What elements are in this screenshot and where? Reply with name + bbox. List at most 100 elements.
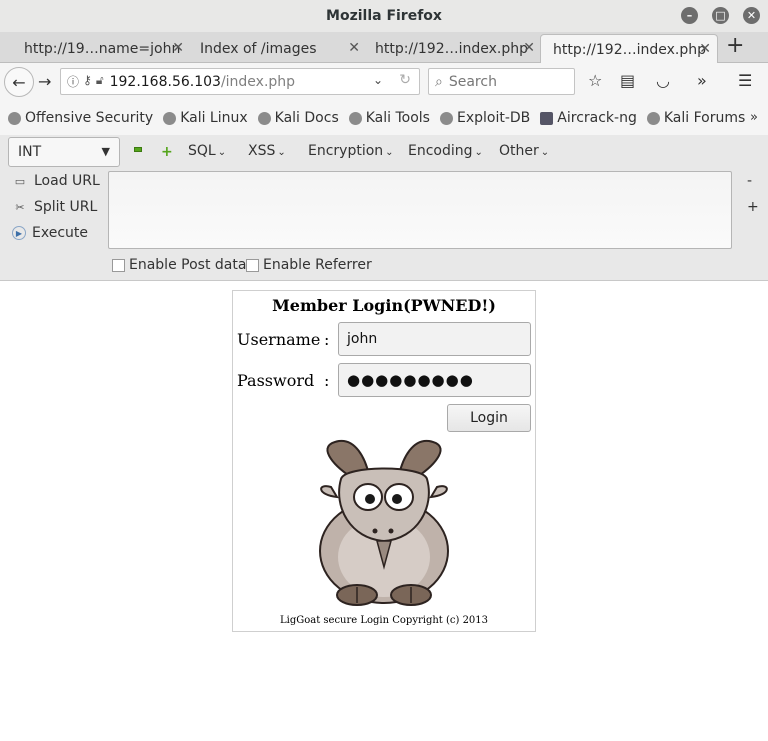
checkbox-label: Enable Referrer bbox=[263, 257, 372, 273]
globe-icon bbox=[8, 111, 21, 125]
tab-label: http://192…index.php bbox=[375, 40, 529, 57]
tab-label: Index of /images bbox=[200, 40, 317, 57]
info-icon[interactable]: ⓘ bbox=[67, 73, 79, 90]
bookmark-item[interactable]: Kali Forums bbox=[646, 110, 746, 126]
url-textarea[interactable] bbox=[108, 171, 732, 249]
reload-icon[interactable]: ↻ bbox=[399, 72, 411, 88]
title-bar: Mozilla Firefox – □ ✕ bbox=[0, 0, 768, 32]
password-label: Password bbox=[237, 371, 315, 390]
globe-icon bbox=[163, 111, 177, 125]
site-info-icons[interactable]: ⓘ ⚷ 🔓︎ bbox=[67, 73, 104, 90]
tab-close-icon[interactable]: ✕ bbox=[699, 41, 711, 57]
checkbox-label: Enable Post data bbox=[129, 257, 247, 273]
tab-4-active[interactable]: http://192…index.php ✕ bbox=[540, 34, 718, 64]
tab-2[interactable]: Index of /images ✕ bbox=[188, 34, 366, 63]
sql-menu[interactable]: SQL ⌄ bbox=[188, 143, 226, 159]
reader-icon[interactable]: ▤ bbox=[620, 71, 635, 90]
back-icon[interactable]: ← bbox=[4, 67, 34, 97]
password-field[interactable]: ●●●●●●●●● bbox=[338, 363, 531, 397]
tab-bar: http://19…name=john ✕ Index of /images ✕… bbox=[0, 32, 768, 64]
search-placeholder: Search bbox=[448, 73, 497, 90]
url-bar[interactable]: ⓘ ⚷ 🔓︎ 192.168.56.103/index.php ⌄ ↻ bbox=[60, 68, 420, 95]
hackbar-panel: INT ▼ + SQL ⌄ XSS ⌄ Encryption ⌄ Encoding ⌄ … bbox=[0, 135, 768, 281]
chevron-down-icon: ▼ bbox=[101, 145, 110, 158]
bookmark-label: Kali Forums bbox=[663, 110, 746, 126]
bookmark-label: Kali Docs bbox=[274, 110, 339, 126]
encryption-menu[interactable]: Encryption ⌄ bbox=[308, 143, 394, 159]
increment-icon[interactable]: + bbox=[161, 144, 173, 160]
split-url-label: Split URL bbox=[34, 199, 98, 215]
expand-button[interactable]: + bbox=[747, 199, 759, 215]
enable-referrer-checkbox[interactable]: Enable Referrer bbox=[246, 257, 372, 273]
url-path: /index.php bbox=[220, 73, 296, 90]
bookmarks-overflow-icon[interactable]: » bbox=[750, 110, 758, 125]
menu-icon[interactable]: ☰ bbox=[738, 71, 752, 90]
username-label: Username bbox=[237, 330, 321, 349]
login-button[interactable]: Login bbox=[447, 404, 531, 432]
close-icon[interactable]: ✕ bbox=[743, 7, 760, 24]
execute-button[interactable]: ▶ Execute bbox=[12, 225, 88, 241]
tab-1[interactable]: http://19…name=john ✕ bbox=[12, 34, 190, 63]
password-colon: : bbox=[324, 371, 330, 390]
username-value: john bbox=[347, 331, 378, 347]
login-panel: Member Login(PWNED!) Username : john Pas… bbox=[232, 290, 536, 632]
minimize-icon[interactable]: – bbox=[681, 7, 698, 24]
username-colon: : bbox=[324, 330, 330, 349]
bookmark-star-icon[interactable]: ☆ bbox=[588, 71, 602, 90]
bookmark-item[interactable]: Offensive Security bbox=[8, 110, 153, 126]
checkbox-box[interactable] bbox=[246, 258, 259, 272]
chevron-down-icon[interactable]: ⌄ bbox=[373, 73, 383, 87]
tab-label: http://192…index.php bbox=[553, 41, 707, 58]
chevron-down-icon: ⌄ bbox=[385, 147, 394, 158]
key-icon: ⚷ bbox=[83, 73, 92, 87]
nav-bar: ← → ⓘ ⚷ 🔓︎ 192.168.56.103/index.php ⌄ ↻ … bbox=[0, 63, 768, 101]
menu-label: XSS bbox=[248, 143, 276, 159]
chevron-down-icon: ⌄ bbox=[277, 147, 286, 158]
bookmark-item[interactable]: Kali Tools bbox=[348, 110, 430, 126]
execute-label: Execute bbox=[32, 225, 88, 241]
maximize-icon[interactable]: □ bbox=[712, 7, 729, 24]
globe-icon bbox=[439, 111, 453, 125]
goat-logo-image bbox=[319, 439, 449, 606]
split-url-button[interactable]: ✂ Split URL bbox=[12, 199, 97, 215]
globe-icon bbox=[348, 111, 362, 125]
copyright-footer: LigGoat secure Login Copyright (c) 2013 bbox=[279, 615, 489, 626]
xss-menu[interactable]: XSS ⌄ bbox=[248, 143, 286, 159]
tab-close-icon[interactable]: ✕ bbox=[348, 40, 360, 56]
window-title: Mozilla Firefox bbox=[326, 8, 442, 24]
url-host: 192.168.56.103 bbox=[109, 73, 221, 90]
forward-icon[interactable]: → bbox=[38, 72, 51, 91]
bookmark-item[interactable]: Exploit-DB bbox=[439, 110, 530, 126]
search-input[interactable]: ⌕ Search bbox=[428, 68, 575, 95]
play-icon: ▶ bbox=[12, 226, 26, 240]
new-tab-icon[interactable]: + bbox=[726, 35, 744, 57]
overflow-icon[interactable]: » bbox=[697, 71, 707, 90]
tab-label: http://19…name=john bbox=[24, 40, 181, 57]
bookmark-item[interactable]: Kali Linux bbox=[163, 110, 248, 126]
other-menu[interactable]: Other ⌄ bbox=[499, 143, 549, 159]
username-field[interactable]: john bbox=[338, 322, 531, 356]
bookmark-label: Kali Tools bbox=[365, 110, 430, 126]
globe-icon bbox=[646, 111, 660, 125]
enable-post-checkbox[interactable]: Enable Post data bbox=[112, 257, 246, 273]
chevron-down-icon: ⌄ bbox=[217, 147, 227, 158]
menu-label: Other bbox=[499, 143, 539, 159]
pocket-icon[interactable]: ◡ bbox=[656, 71, 670, 90]
decrement-icon[interactable] bbox=[134, 147, 142, 152]
menu-label: Encryption bbox=[308, 143, 384, 159]
chevron-down-icon: ⌄ bbox=[540, 147, 550, 158]
int-select[interactable]: INT ▼ bbox=[8, 137, 120, 167]
password-value: ●●●●●●●●● bbox=[347, 371, 474, 389]
shrink-button[interactable]: - bbox=[747, 173, 752, 189]
bookmark-label: Aircrack-ng bbox=[557, 110, 637, 126]
load-url-button[interactable]: ▭ Load URL bbox=[12, 173, 100, 189]
checkbox-box[interactable] bbox=[112, 258, 125, 272]
bookmark-item[interactable]: Aircrack-ng bbox=[540, 110, 637, 126]
tab-close-icon[interactable]: ✕ bbox=[172, 40, 184, 56]
window-controls: – □ ✕ bbox=[681, 7, 760, 24]
encoding-menu[interactable]: Encoding ⌄ bbox=[408, 143, 483, 159]
tab-close-icon[interactable]: ✕ bbox=[523, 40, 535, 56]
tab-3[interactable]: http://192…index.php ✕ bbox=[363, 34, 541, 63]
bookmark-label: Offensive Security bbox=[25, 110, 154, 126]
bookmark-item[interactable]: Kali Docs bbox=[257, 110, 339, 126]
